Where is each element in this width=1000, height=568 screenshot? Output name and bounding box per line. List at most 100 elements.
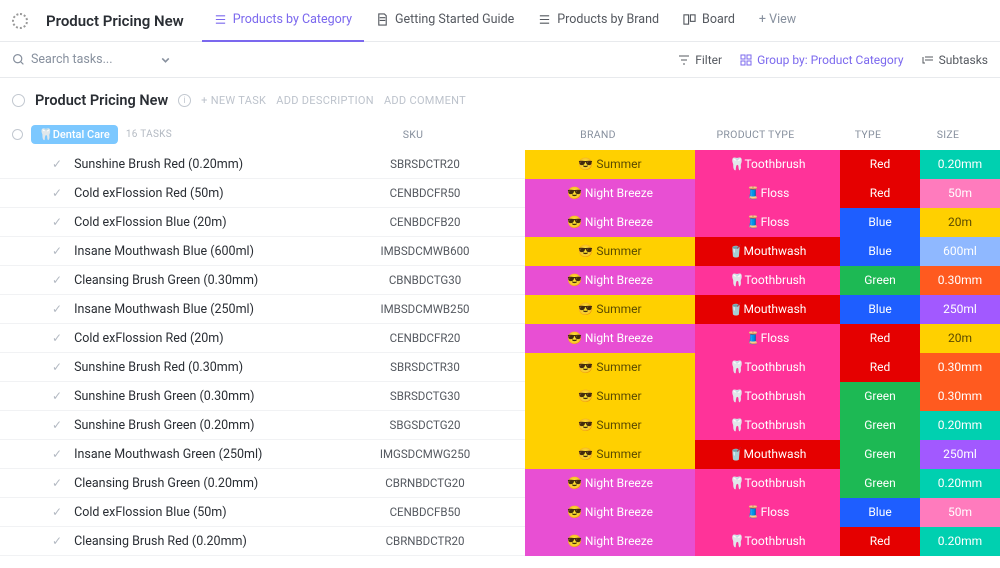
group-by-button[interactable]: Group by: Product Category [740,53,904,67]
cell-sku[interactable]: SBGSDCTG20 [325,418,525,432]
cell-size[interactable]: 250ml [920,440,1000,469]
cell-sku[interactable]: CENBDCFR50 [325,186,525,200]
task-name[interactable]: Sunshine Brush Red (0.20mm) [74,157,325,172]
cell-product-type[interactable]: 🦷Toothbrush [695,266,840,295]
cell-brand[interactable]: 😎 Summer [525,150,695,179]
task-name[interactable]: Cold exFlossion Red (50m) [74,186,325,201]
table-row[interactable]: ✓Insane Mouthwash Blue (250ml)IMBSDCMWB2… [0,295,1000,324]
cell-brand[interactable]: 😎 Night Breeze [525,179,695,208]
task-name[interactable]: Sunshine Brush Red (0.30mm) [74,360,325,375]
cell-brand[interactable]: 😎 Night Breeze [525,498,695,527]
cell-product-type[interactable]: 🥤Mouthwash [695,237,840,266]
cell-brand[interactable]: 😎 Summer [525,382,695,411]
cell-brand[interactable]: 😎 Night Breeze [525,527,695,556]
task-rows[interactable]: ✓Sunshine Brush Red (0.20mm)SBRSDCTR20😎 … [0,150,1000,568]
cell-size[interactable]: 250ml [920,295,1000,324]
cell-type[interactable]: Red [840,324,920,353]
cell-type[interactable]: Blue [840,498,920,527]
info-icon[interactable]: i [178,94,191,107]
table-row[interactable]: ✓Sunshine Brush Green (0.30mm)SBRSDCTG30… [0,382,1000,411]
cell-product-type[interactable]: 🦷Toothbrush [695,353,840,382]
cell-brand[interactable]: 😎 Summer [525,440,695,469]
cell-sku[interactable]: IMBSDCMWB250 [325,302,525,316]
cell-size[interactable]: 600ml [920,237,1000,266]
table-row[interactable]: ✓Insane Mouthwash Green (250ml)IMGSDCMWG… [0,440,1000,469]
cell-sku[interactable]: SBRSDCTR20 [325,157,525,171]
add-description-button[interactable]: ADD DESCRIPTION [276,94,374,107]
cell-type[interactable]: Green [840,266,920,295]
col-sku[interactable]: SKU [313,128,513,141]
tab-products-by-category[interactable]: Products by Category [202,0,364,42]
filter-button[interactable]: Filter [678,53,722,67]
cell-size[interactable]: 20m [920,324,1000,353]
task-name[interactable]: Cleansing Brush Green (0.30mm) [74,273,325,288]
cell-size[interactable]: 50m [920,498,1000,527]
cell-sku[interactable]: IMGSDCMWG250 [325,447,525,461]
table-row[interactable]: ✓Cleansing Brush Green (0.30mm)CBNBDCTG3… [0,266,1000,295]
new-task-button[interactable]: + NEW TASK [201,94,266,107]
cell-size[interactable]: 20m [920,208,1000,237]
status-circle-icon[interactable] [12,94,25,107]
cell-sku[interactable]: CENBDCFB20 [325,215,525,229]
cell-product-type[interactable]: 🦷Toothbrush [695,150,840,179]
col-brand[interactable]: BRAND [513,128,683,141]
table-row[interactable]: ✓Sunshine Brush Green (0.20mm)SBGSDCTG20… [0,411,1000,440]
cell-brand[interactable]: 😎 Night Breeze [525,266,695,295]
cell-brand[interactable]: 😎 Summer [525,295,695,324]
cell-brand[interactable]: 😎 Night Breeze [525,469,695,498]
table-row[interactable]: ✓Cold exFlossion Blue (50m)CENBDCFB50😎 N… [0,498,1000,527]
task-name[interactable]: Insane Mouthwash Green (250ml) [74,447,325,462]
cell-size[interactable]: 0.20mm [920,469,1000,498]
tab-board[interactable]: Board [671,0,747,42]
cell-sku[interactable]: CENBDCFR20 [325,331,525,345]
cell-product-type[interactable]: 🧵Floss [695,324,840,353]
task-name[interactable]: Cold exFlossion Blue (20m) [74,215,325,230]
col-product-type[interactable]: PRODUCT TYPE [683,128,828,141]
cell-brand[interactable]: 😎 Summer [525,237,695,266]
task-name[interactable]: Insane Mouthwash Blue (250ml) [74,302,325,317]
cell-size[interactable]: 0.30mm [920,353,1000,382]
task-name[interactable]: Sunshine Brush Green (0.30mm) [74,389,325,404]
cell-type[interactable]: Blue [840,295,920,324]
task-name[interactable]: Insane Mouthwash Blue (600ml) [74,244,325,259]
group-badge[interactable]: 🦷Dental Care [31,125,118,144]
tab-getting-started-guide[interactable]: Getting Started Guide [364,0,526,42]
task-name[interactable]: Sunshine Brush Green (0.20mm) [74,418,325,433]
cell-type[interactable]: Red [840,353,920,382]
cell-size[interactable]: 50m [920,179,1000,208]
table-row[interactable]: ✓Insane Mouthwash Blue (600ml)IMBSDCMWB6… [0,237,1000,266]
table-row[interactable]: ✓Cleansing Brush Red (0.20mm)CBRNBDCTR20… [0,527,1000,556]
cell-sku[interactable]: CENBDCFB50 [325,505,525,519]
tab-products-by-brand[interactable]: Products by Brand [526,0,671,42]
cell-sku[interactable]: IMBSDCMWB600 [325,244,525,258]
cell-sku[interactable]: CBNBDCTG30 [325,273,525,287]
cell-sku[interactable]: SBRSDCTR30 [325,360,525,374]
cell-product-type[interactable]: 🦷Toothbrush [695,382,840,411]
cell-size[interactable]: 0.20mm [920,411,1000,440]
cell-product-type[interactable]: 🧵Floss [695,498,840,527]
cell-brand[interactable]: 😎 Night Breeze [525,208,695,237]
cell-product-type[interactable]: 🧵Floss [695,179,840,208]
table-row[interactable]: ✓Cold exFlossion Blue (20m)CENBDCFB20😎 N… [0,208,1000,237]
cell-product-type[interactable]: 🦷Toothbrush [695,411,840,440]
cell-type[interactable]: Green [840,411,920,440]
cell-type[interactable]: Green [840,382,920,411]
cell-product-type[interactable]: 🧵Floss [695,208,840,237]
cell-product-type[interactable]: 🦷Toothbrush [695,527,840,556]
table-row[interactable]: ✓Cold exFlossion Red (50m)CENBDCFR50😎 Ni… [0,179,1000,208]
cell-type[interactable]: Green [840,469,920,498]
add-comment-button[interactable]: ADD COMMENT [384,94,466,107]
table-row[interactable]: ✓Sunshine Brush Red (0.30mm)SBRSDCTR30😎 … [0,353,1000,382]
cell-brand[interactable]: 😎 Summer [525,353,695,382]
cell-product-type[interactable]: 🦷Toothbrush [695,469,840,498]
cell-product-type[interactable]: 🥤Mouthwash [695,295,840,324]
search-input[interactable]: Search tasks... [12,52,172,67]
cell-type[interactable]: Blue [840,237,920,266]
task-name[interactable]: Cold exFlossion Red (20m) [74,331,325,346]
table-row[interactable]: ✓Cold exFlossion Red (20m)CENBDCFR20😎 Ni… [0,324,1000,353]
cell-type[interactable]: Green [840,440,920,469]
cell-size[interactable]: 0.20mm [920,527,1000,556]
cell-sku[interactable]: CBRNBDCTG20 [325,476,525,490]
table-row[interactable]: ✓Cleansing Brush Green (0.20mm)CBRNBDCTG… [0,469,1000,498]
add-view-button[interactable]: + View [747,0,808,42]
